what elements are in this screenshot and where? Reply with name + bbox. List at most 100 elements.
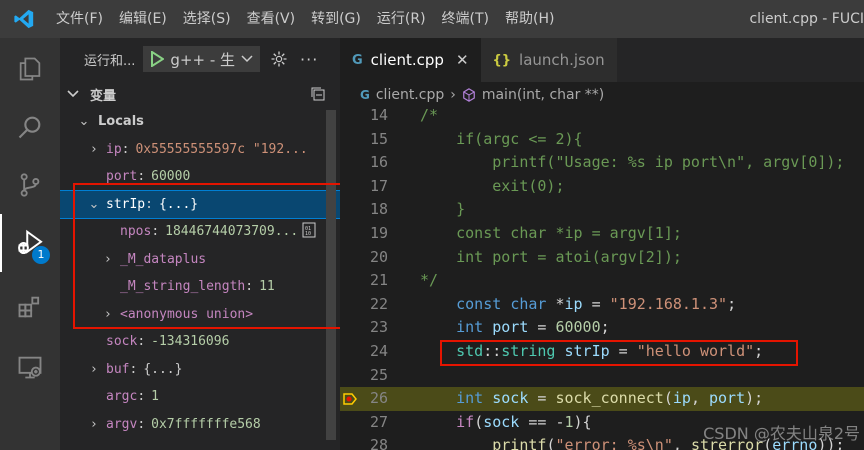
code-token: sock: [483, 412, 520, 431]
code-token: int: [456, 389, 484, 408]
code-text: }: [420, 198, 465, 222]
code-token: int: [456, 318, 484, 337]
code-line[interactable]: 17 exit(0);: [340, 175, 864, 199]
menu-item[interactable]: 运行(R): [369, 0, 434, 38]
code-line[interactable]: 21 */: [340, 269, 864, 293]
breadcrumb-file[interactable]: client.cpp: [376, 87, 444, 103]
variable-name: ip: [106, 141, 122, 157]
code-text: */: [420, 269, 438, 293]
code-line[interactable]: 14 /*: [340, 108, 864, 128]
breadcrumb: G client.cpp › main(int, char **): [340, 82, 864, 108]
editor-tabs: G client.cpp ✕ {} launch.json: [340, 38, 864, 82]
line-number: 27: [369, 412, 388, 431]
run-toolbar: 运行和... g++ - 生 ···: [60, 38, 340, 80]
menu-item[interactable]: 选择(S): [175, 0, 239, 38]
json-file-icon: {}: [492, 52, 512, 68]
code-editor[interactable]: 14/* 15 if(argc <= 2){16 printf("Usage: %…: [340, 108, 864, 450]
line-number: 18: [369, 200, 388, 219]
code-token: ;: [727, 294, 737, 313]
close-icon[interactable]: ✕: [456, 51, 469, 69]
menu-item[interactable]: 编辑(E): [111, 0, 175, 38]
explorer-icon[interactable]: [0, 40, 60, 98]
title-bar: 文件(F) 编辑(E) 选择(S) 查看(V) 转到(G) 运行(R) 终端(T) 帮助(H)…: [0, 0, 864, 38]
code-token: port: [492, 318, 529, 337]
more-actions-icon[interactable]: ···: [300, 50, 318, 69]
code-token: =: [528, 318, 556, 337]
code-line[interactable]: 22 const char *ip = "192.168.1.3";: [340, 293, 864, 317]
code-token: "error: %s\n": [555, 436, 673, 450]
chevron-down-icon: [241, 55, 253, 63]
line-number: 16: [369, 153, 388, 172]
remote-explorer-icon[interactable]: [0, 338, 60, 396]
code-text: int port = atoi(argv[2]);: [420, 246, 682, 270]
chevron-down-icon: [67, 90, 79, 98]
menu-item[interactable]: 终端(T): [434, 0, 497, 38]
code-token: sock: [492, 389, 529, 408]
variable-row[interactable]: sock: -134316096: [60, 328, 340, 356]
variable-row[interactable]: argc:1: [60, 383, 340, 411]
code-token: (: [663, 389, 673, 408]
code-text: if(argc <= 2){: [420, 128, 583, 152]
extensions-icon[interactable]: [0, 278, 60, 336]
code-token: == -: [519, 412, 565, 431]
code-token: if(argc <= 2){: [420, 129, 583, 148]
collapse-all-icon[interactable]: [310, 86, 326, 106]
code-line[interactable]: 19 const char *ip = argv[1];: [340, 222, 864, 246]
code-line[interactable]: 23 int port = 60000;: [340, 316, 864, 340]
code-line[interactable]: 25: [340, 364, 864, 388]
code-token: /*: [420, 108, 439, 124]
chevron-right-icon[interactable]: ›: [86, 417, 102, 432]
line-number: 17: [369, 176, 388, 195]
menu-item[interactable]: 文件(F): [48, 0, 111, 38]
code-line[interactable]: 16 printf("Usage: %s ip port\n", argv[0]…: [340, 151, 864, 175]
launch-config-dropdown[interactable]: g++ - 生: [143, 46, 261, 72]
code-line[interactable]: 26 int sock = sock_connect(ip, port);: [340, 387, 864, 411]
code-text: exit(0);: [420, 175, 564, 199]
code-line[interactable]: 15 if(argc <= 2){: [340, 128, 864, 152]
variable-row[interactable]: › ip:0x55555555597c "192...: [60, 136, 340, 164]
locals-scope[interactable]: ⌄ Locals: [60, 108, 340, 136]
variable-row[interactable]: › buf: {...}: [60, 356, 340, 384]
variable-name: argv: [106, 416, 138, 432]
code-token: const char *ip = argv[1];: [420, 224, 682, 242]
code-line[interactable]: 18 }: [340, 198, 864, 222]
tab-launch-json[interactable]: {} launch.json: [480, 38, 617, 82]
variable-value: 60000: [151, 169, 191, 185]
run-debug-icon[interactable]: 1: [0, 214, 60, 272]
start-debug-icon[interactable]: [150, 51, 165, 67]
line-number: 23: [369, 318, 388, 337]
variable-name: sock: [106, 334, 138, 350]
breadcrumb-symbol[interactable]: main(int, char **): [482, 87, 604, 103]
cpp-file-icon: G: [352, 52, 363, 68]
locals-label: Locals: [98, 114, 144, 130]
variable-name: argc: [106, 389, 138, 405]
variable-row[interactable]: › argv:0x7fffffffe568: [60, 411, 340, 439]
code-line[interactable]: 20 int port = atoi(argv[2]);: [340, 246, 864, 270]
highlight-box-variables: [73, 183, 348, 329]
chevron-right-icon[interactable]: ›: [86, 362, 102, 377]
chevron-right-icon[interactable]: ›: [86, 142, 102, 157]
code-token: =: [582, 294, 610, 313]
variables-section-header[interactable]: 变量: [60, 80, 340, 108]
code-token: );: [745, 389, 764, 408]
search-icon[interactable]: [0, 98, 60, 156]
menu-item[interactable]: 转到(G): [303, 0, 369, 38]
menu-item[interactable]: 帮助(H): [497, 0, 562, 38]
source-control-icon[interactable]: [0, 156, 60, 214]
code-token: *: [546, 294, 565, 313]
variables-section-title: 变量: [90, 88, 117, 104]
window-title: client.cpp - FUCI: [749, 11, 864, 27]
menu-item[interactable]: 查看(V): [239, 0, 304, 38]
variable-value: 1: [151, 389, 159, 405]
gear-icon[interactable]: [270, 50, 288, 68]
variable-name: port: [106, 169, 138, 185]
tab-client-cpp[interactable]: G client.cpp ✕: [340, 38, 481, 82]
code-token: ip: [564, 294, 583, 313]
line-number: 20: [369, 247, 388, 266]
code-token: const: [456, 294, 502, 313]
code-token: ){: [573, 412, 592, 431]
